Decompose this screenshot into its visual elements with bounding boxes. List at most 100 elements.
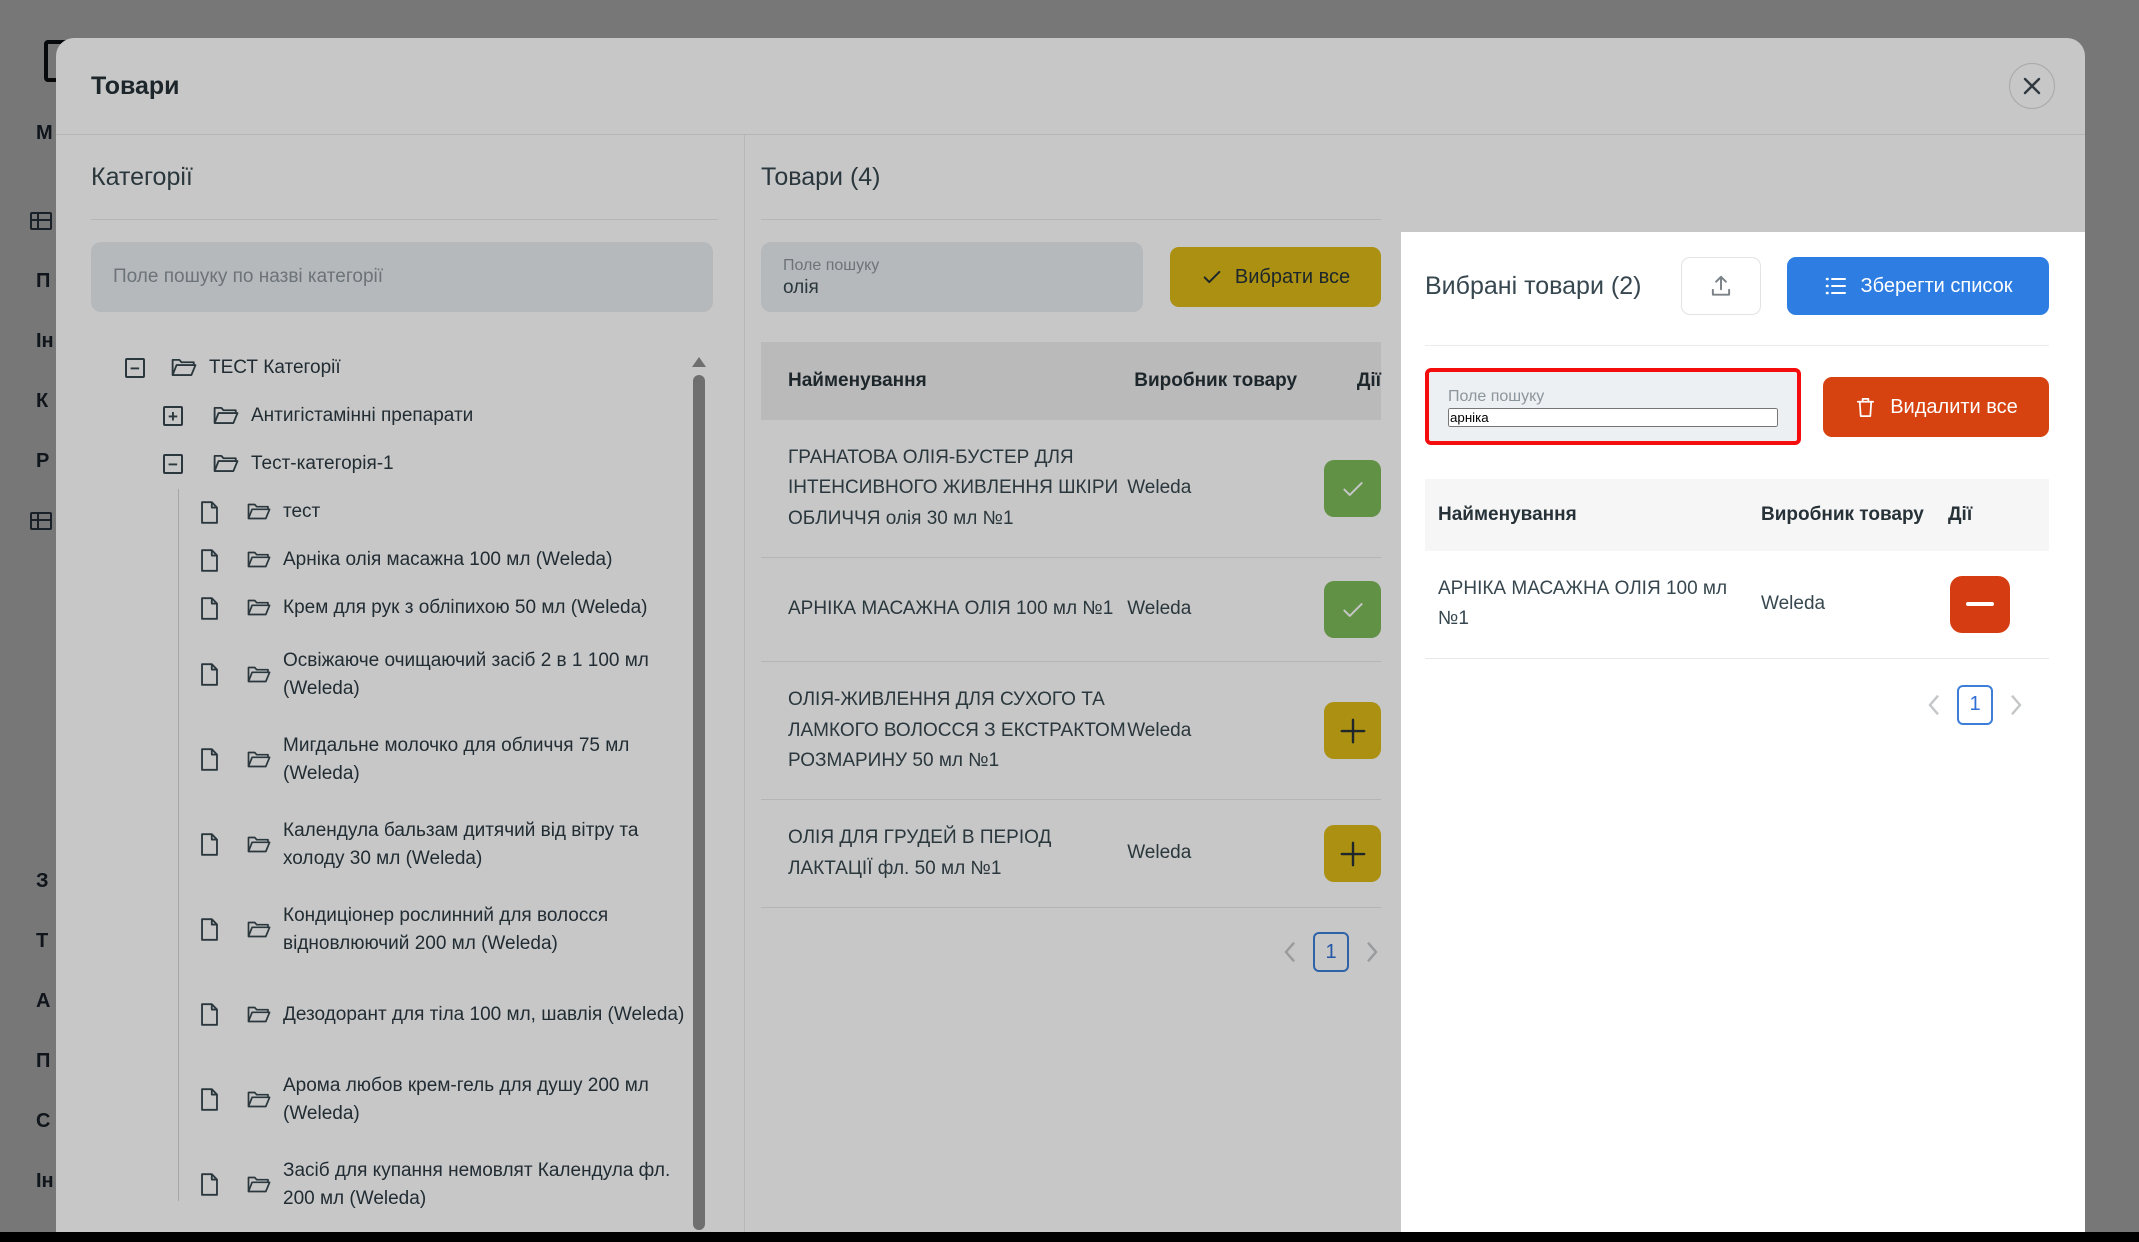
column-header-name: Найменування [761,366,1134,396]
folder-open-icon [247,835,271,855]
screen: М П Ін К Р З Т А П С Ін Товари Категорії [0,0,2139,1242]
expand-toggle-icon[interactable]: + [163,406,183,426]
products-search-field[interactable]: Поле пошуку [761,242,1143,312]
added-button[interactable] [1324,581,1381,638]
page-number[interactable]: 1 [1957,685,1993,725]
categories-search-field[interactable] [91,242,713,312]
folder-open-icon [247,1090,271,1110]
product-manufacturer: Weleda [1127,839,1312,868]
prev-page-icon[interactable] [1925,693,1943,717]
plus-icon [1338,839,1368,869]
tree-item-label: Дезодорант для тіла 100 мл, шавлія (Wele… [283,1001,684,1029]
next-page-icon[interactable] [2007,693,2025,717]
tree-item-label: Антигістамінні препарати [251,402,473,430]
file-icon [200,1003,219,1026]
collapse-toggle-icon[interactable]: − [163,454,183,474]
export-button[interactable] [1681,257,1761,315]
selected-search-input[interactable] [1448,408,1778,427]
tree-item[interactable]: Засіб для купання немовлят Календула фл.… [91,1142,744,1227]
search-field-label: Поле пошуку [1448,386,1778,408]
tree-item-label: тест [283,498,320,526]
table-row: ОЛІЯ ДЛЯ ГРУДЕЙ В ПЕРІОД ЛАКТАЦІЇ фл. 50… [761,800,1381,908]
file-icon [200,597,219,620]
tree-item-label: Арома любов крем-гель для душу 200 мл (W… [283,1072,695,1127]
modal-body: Категорії − ТЕСТ Категорії + [56,135,2085,1242]
folder-open-icon [247,550,271,570]
add-product-button[interactable] [1324,702,1381,759]
categories-tree: − ТЕСТ Категорії + Антигістамінні препар… [91,344,744,1242]
categories-search-input[interactable] [113,266,691,288]
next-page-icon[interactable] [1363,940,1381,964]
scroll-up-icon[interactable] [692,357,706,367]
tree-item-label: Тест-категорія-1 [251,450,394,478]
folder-open-icon [171,357,197,379]
tree-item-label: ТЕСТ Категорії [209,354,341,382]
tree-item-label: Арніка олія масажна 100 мл (Weleda) [283,546,612,574]
check-icon [1201,266,1223,288]
tree-item-label: Кондиціонер рослинний для волосся віднов… [283,902,695,957]
products-search-input[interactable] [783,277,1121,299]
file-icon [200,833,219,856]
tree-item[interactable]: Календула бальзам дитячий від вітру та х… [91,802,744,887]
upload-icon [1708,273,1734,299]
tree-item[interactable]: Дезодорант для тіла 100 мл, шавлія (Wele… [91,972,744,1057]
selected-table-header: Найменування Виробник товару Дії [1425,479,2049,551]
select-all-button[interactable]: Вибрати все [1170,247,1381,307]
close-icon [2021,75,2043,97]
products-column: Товари (4) Поле пошуку Вибрати все [744,135,1401,1242]
file-icon [200,918,219,941]
tree-item[interactable]: − ТЕСТ Категорії [91,344,744,392]
tree-item-label: Календула бальзам дитячий від вітру та х… [283,817,695,872]
delete-all-button[interactable]: Видалити все [1823,377,2049,437]
tree-item-label: Освіжаюче очищаючий засіб 2 в 1 100 мл (… [283,647,695,702]
trash-icon [1854,396,1877,419]
tree-item[interactable]: тест [91,488,744,536]
file-icon [200,1173,219,1196]
file-icon [200,501,219,524]
tree-item-label: Крем для рук з обліпихою 50 мл (Weleda) [283,594,647,622]
added-button[interactable] [1324,460,1381,517]
page-number[interactable]: 1 [1313,932,1349,972]
add-product-button[interactable] [1324,825,1381,882]
folder-open-icon [247,502,271,522]
collapse-toggle-icon[interactable]: − [125,358,145,378]
divider [91,219,718,220]
selected-products-title: Вибрані товари (2) [1425,272,1641,301]
remove-product-button[interactable] [1950,576,2010,633]
products-table-header: Найменування Виробник товару Дії [761,342,1381,420]
categories-column: Категорії − ТЕСТ Категорії + [56,135,744,1242]
tree-item[interactable]: Мигдальне молочко для обличчя 75 мл (Wel… [91,717,744,802]
product-name: АРНІКА МАСАЖНА ОЛІЯ 100 мл №1 [1425,574,1761,635]
products-title: Товари (4) [761,163,1381,192]
tree-item[interactable]: Арніка олія масажна 100 мл (Weleda) [91,536,744,584]
folder-open-icon [247,1175,271,1195]
tree-item[interactable]: Освіжаюче очищаючий засіб 2 в 1 100 мл (… [91,632,744,717]
tree-item[interactable]: Кондиціонер рослинний для волосся віднов… [91,887,744,972]
selected-search-field-highlighted[interactable]: Поле пошуку [1425,368,1801,445]
check-icon [1340,597,1366,623]
tree-item-label: Засіб для купання немовлят Календула фл.… [283,1157,695,1212]
selected-pagination: 1 [1425,685,2049,725]
selected-panel-header: Вибрані товари (2) Зберегти список [1425,257,2049,315]
column-header-actions: Дії [1357,370,1381,392]
divider [761,219,1381,220]
close-button[interactable] [2009,63,2055,109]
tree-item[interactable]: + Антигістамінні препарати [91,392,744,440]
product-manufacturer: Weleda [1761,590,1948,619]
categories-title: Категорії [91,163,744,192]
products-modal: Товари Категорії − [56,38,2085,1242]
tree-item[interactable]: − Тест-категорія-1 [91,440,744,488]
file-icon [200,748,219,771]
tree-item[interactable]: Крем для рук з обліпихою 50 мл (Weleda) [91,584,744,632]
folder-open-icon [247,1005,271,1025]
folder-open-icon [247,920,271,940]
table-row: ГРАНАТОВА ОЛІЯ-БУСТЕР ДЛЯ ІНТЕНСИВНОГО Ж… [761,420,1381,558]
table-row: ОЛІЯ-ЖИВЛЕННЯ ДЛЯ СУХОГО ТА ЛАМКОГО ВОЛО… [761,662,1381,800]
scrollbar[interactable] [692,357,706,1230]
table-row: АРНІКА МАСАЖНА ОЛІЯ 100 мл №1 Weleda [1425,551,2049,659]
scrollbar-thumb[interactable] [693,375,705,1230]
tree-item[interactable]: Арома любов крем-гель для душу 200 мл (W… [91,1057,744,1142]
prev-page-icon[interactable] [1281,940,1299,964]
save-list-button[interactable]: Зберегти список [1787,257,2049,315]
folder-open-icon [213,405,239,427]
